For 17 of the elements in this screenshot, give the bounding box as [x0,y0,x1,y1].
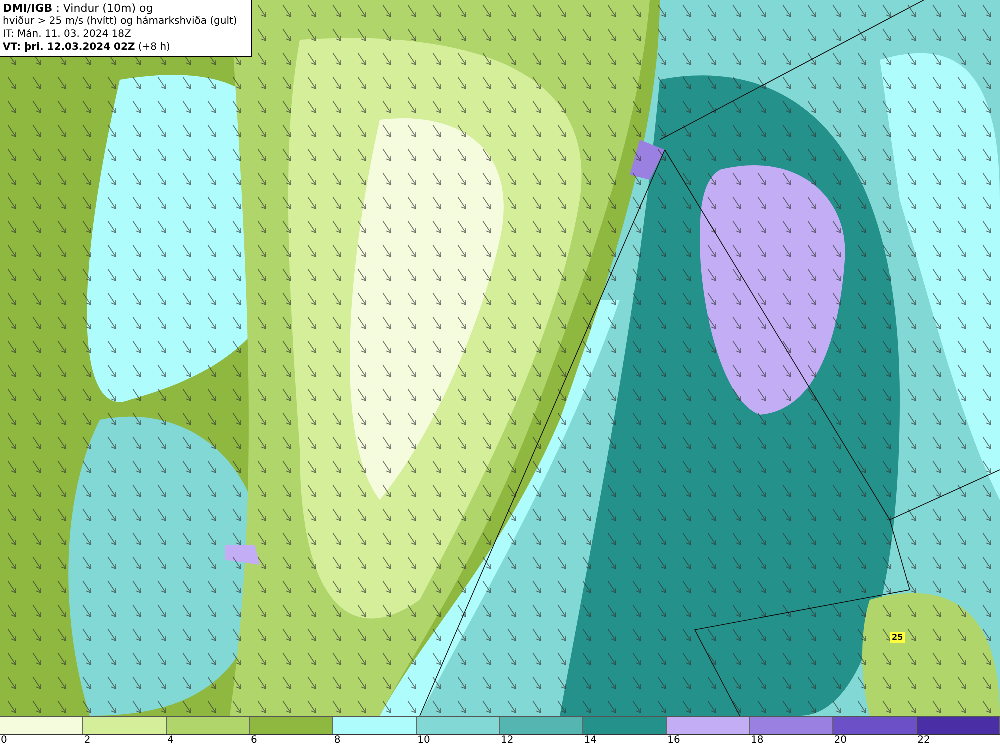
legend-label: 0 [1,735,8,746]
legend-label: 12 [500,735,514,746]
legend-label: 6 [250,735,258,746]
title-line: VT: þri. 12.03.2024 02Z (+8 h) [3,41,170,54]
legend-label: 18 [750,735,764,746]
legend-label: 10 [418,735,430,746]
legend-label: 2 [84,735,91,746]
title-line: DMI/IGB : Vindur (10m) og [3,2,154,15]
title-line: hviður > 25 m/s (hvítt) og hámarkshviða (gult) [3,15,238,28]
legend-label: 20 [834,735,848,746]
gust-label: 25 [890,632,906,643]
legend-label: 8 [334,735,341,746]
legend-label: 22 [918,735,930,746]
title-line: IT: Mán. 11. 03. 2024 18Z [3,28,132,41]
legend-label: 14 [584,735,598,746]
legend-label: 16 [668,735,680,746]
legend-label: 4 [168,735,174,746]
